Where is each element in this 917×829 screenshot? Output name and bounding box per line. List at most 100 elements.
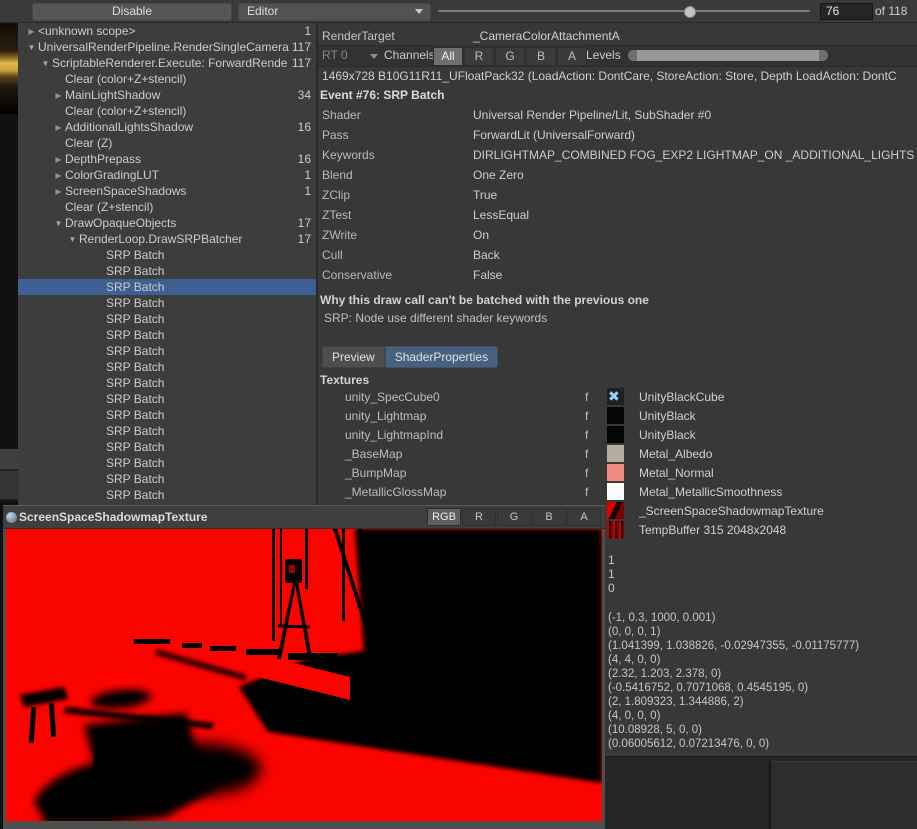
tree-expander-icon[interactable] [93,359,106,375]
event-slider[interactable] [438,10,810,12]
tree-row[interactable]: SRP Batch [18,487,316,503]
tree-expander-icon[interactable] [25,39,38,55]
texture-thumbnail[interactable] [607,407,624,424]
preview-window-bottom-edge[interactable] [3,823,605,829]
tree-expander-icon[interactable] [93,487,106,503]
tree-expander-icon[interactable] [52,71,65,87]
preview-channel-button[interactable]: G [497,508,531,526]
texture-thumbnail[interactable] [607,464,624,481]
tree-expander-icon[interactable] [39,55,52,71]
editor-dropdown[interactable]: Editor [238,3,431,21]
tree-expander-icon[interactable] [52,135,65,151]
tree-row[interactable]: Clear (color+Z+stencil) [18,71,316,87]
tree-row[interactable]: ScreenSpaceShadows 1 [18,183,316,199]
texture-row[interactable]: unity_Lightmap f UnityBlack [318,406,917,425]
tree-row[interactable]: SRP Batch [18,279,316,295]
tree-row[interactable]: ColorGradingLUT 1 [18,167,316,183]
preview-channel-button[interactable]: R [462,508,496,526]
tree-expander-icon[interactable] [93,423,106,439]
texture-thumbnail[interactable] [607,426,624,443]
channel-button[interactable]: B [526,47,556,66]
tree-row[interactable]: SRP Batch [18,343,316,359]
texture-type: f [585,390,607,404]
channel-button[interactable]: G [495,47,525,66]
tree-row[interactable]: SRP Batch [18,439,316,455]
tree-row[interactable]: SRP Batch [18,359,316,375]
tree-expander-icon[interactable] [93,343,106,359]
tree-row[interactable]: SRP Batch [18,471,316,487]
tree-expander-icon[interactable] [52,151,65,167]
tree-row[interactable]: SRP Batch [18,311,316,327]
tree-row[interactable]: SRP Batch [18,263,316,279]
tree-row[interactable]: AdditionalLightsShadow 16 [18,119,316,135]
tree-expander-icon[interactable] [52,167,65,183]
preview-channel-button[interactable]: A [567,508,601,526]
channel-button[interactable]: R [464,47,494,66]
preview-titlebar[interactable]: ScreenSpaceShadowmapTexture RGB R G B A [3,506,605,529]
tree-expander-icon[interactable] [93,455,106,471]
tree-expander-icon[interactable] [93,327,106,343]
tree-row[interactable]: UniversalRenderPipeline.RenderSingleCame… [18,39,316,55]
tree-row[interactable]: ScriptableRenderer.Execute: ForwardRende… [18,55,316,71]
texture-row[interactable]: _BumpMap f Metal_Normal [318,463,917,482]
channel-button[interactable]: All [433,47,463,66]
channel-button[interactable]: A [557,47,587,66]
tree-row[interactable]: SRP Batch [18,295,316,311]
texture-thumbnail[interactable] [607,445,624,462]
tree-expander-icon[interactable] [52,119,65,135]
tree-expander-icon[interactable] [52,87,65,103]
tree-row[interactable]: <unknown scope> 1 [18,23,316,39]
tree-row[interactable]: Clear (color+Z+stencil) [18,103,316,119]
tree-expander-icon[interactable] [93,295,106,311]
detail-tab[interactable]: ShaderProperties [385,346,498,368]
tree-expander-icon[interactable] [52,103,65,119]
tree-row[interactable]: RenderLoop.DrawSRPBatcher 17 [18,231,316,247]
preview-channel-button[interactable]: RGB [427,508,461,526]
tree-expander-icon[interactable] [52,183,65,199]
tree-expander-icon[interactable] [93,407,106,423]
tree-expander-icon[interactable] [52,215,65,231]
tree-row[interactable]: SRP Batch [18,391,316,407]
tree-expander-icon[interactable] [93,439,106,455]
disable-button[interactable]: Disable [32,3,232,21]
texture-thumbnail[interactable] [607,502,624,519]
tree-row[interactable]: DepthPrepass 16 [18,151,316,167]
tree-expander-icon[interactable] [93,247,106,263]
texture-thumbnail[interactable] [607,521,624,538]
tree-expander-icon[interactable] [93,279,106,295]
tree-expander-icon[interactable] [52,199,65,215]
tree-expander-icon[interactable] [93,311,106,327]
tree-expander-icon[interactable] [93,263,106,279]
rt-index-dropdown[interactable]: RT 0 [322,48,348,62]
levels-min-handle[interactable] [628,50,637,61]
tree-expander-icon[interactable] [93,471,106,487]
texture-asset-name: UnityBlack [639,428,917,442]
event-slider-thumb[interactable] [684,6,696,18]
tree-row[interactable]: SRP Batch [18,247,316,263]
tree-expander-icon[interactable] [66,231,79,247]
tree-row[interactable]: Clear (Z+stencil) [18,199,316,215]
tree-row[interactable]: SRP Batch [18,423,316,439]
tree-row[interactable]: MainLightShadow 34 [18,87,316,103]
event-title: Event #76: SRP Batch [320,88,445,102]
preview-channel-button[interactable]: B [532,508,566,526]
texture-row[interactable]: _MetallicGlossMap f Metal_MetallicSmooth… [318,482,917,501]
levels-range-slider[interactable] [628,50,828,61]
texture-row[interactable]: _BaseMap f Metal_Albedo [318,444,917,463]
texture-row[interactable]: unity_SpecCube0 f UnityBlackCube [318,387,917,406]
tree-row[interactable]: DrawOpaqueObjects 17 [18,215,316,231]
tree-row[interactable]: SRP Batch [18,375,316,391]
texture-thumbnail[interactable] [607,388,624,405]
tree-expander-icon[interactable] [93,391,106,407]
detail-tab[interactable]: Preview [322,346,385,368]
tree-expander-icon[interactable] [25,23,38,39]
tree-row[interactable]: SRP Batch [18,455,316,471]
texture-row[interactable]: unity_LightmapInd f UnityBlack [318,425,917,444]
event-number-field[interactable]: 76 [820,3,873,20]
texture-thumbnail[interactable] [607,483,624,500]
tree-row[interactable]: SRP Batch [18,327,316,343]
float-value: 1 [608,553,615,567]
tree-expander-icon[interactable] [93,375,106,391]
tree-row[interactable]: Clear (Z) [18,135,316,151]
tree-row[interactable]: SRP Batch [18,407,316,423]
